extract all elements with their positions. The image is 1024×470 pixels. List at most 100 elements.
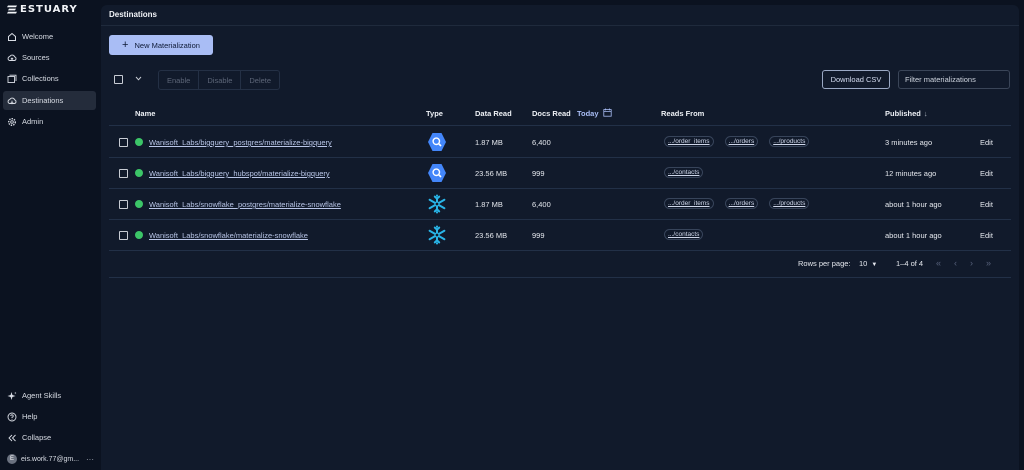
table-row[interactable]: Wanisoft_Labs/bigquery_hubspot/materiali… [109,158,1011,189]
sidebar-item-label: Destinations [22,96,64,105]
collections-icon [7,74,17,84]
snowflake-icon [428,225,446,245]
published-value: 12 minutes ago [885,169,937,178]
materialization-name-link[interactable]: Wanisoft_Labs/snowflake/materialize-snow… [149,231,308,240]
row-checkbox[interactable] [119,169,128,178]
filter-materializations-input[interactable] [898,70,1010,89]
header-published[interactable]: Published ↓ [885,109,928,118]
header-reads-from[interactable]: Reads From [661,109,704,118]
more-options-icon[interactable]: ··· [86,455,94,464]
header-docs-read[interactable]: Docs Read [532,109,571,118]
gear-icon [7,117,17,127]
sidebar-item-admin[interactable]: Admin [3,112,96,131]
data-read-value: 23.56 MB [475,231,508,240]
row-checkbox[interactable] [119,231,128,240]
sidebar-item-collapse[interactable]: Collapse [3,428,96,447]
cloud-download-icon [7,96,17,106]
first-page-icon[interactable]: « [936,258,941,268]
sidebar-item-label: Help [22,412,38,421]
sidebar-item-destinations[interactable]: Destinations [3,91,96,110]
sidebar-item-label: Sources [22,53,50,62]
docs-read-value: 999 [532,169,545,178]
data-read-value: 23.56 MB [475,169,508,178]
materialization-name-link[interactable]: Wanisoft_Labs/snowflake_postgres/materia… [149,200,341,209]
collection-chip[interactable]: .../order_items [664,198,714,209]
delete-button[interactable]: Delete [241,71,279,89]
page-title: Destinations [109,10,158,19]
edit-link[interactable]: Edit [980,169,993,178]
collection-chip[interactable]: .../orders [724,198,759,209]
bigquery-icon [428,164,446,182]
avatar: E [7,454,17,464]
divider [109,277,1011,278]
sidebar-item-label: Collections [22,74,59,83]
stats-period-selector[interactable]: Today [577,109,599,118]
sidebar-item-label: Collapse [22,433,52,442]
bigquery-icon [428,133,446,151]
select-all-checkbox[interactable] [114,75,123,84]
docs-read-value: 6,400 [532,200,551,209]
sidebar-item-sources[interactable]: Sources [3,48,96,67]
published-value: 3 minutes ago [885,138,933,147]
data-read-value: 1.87 MB [475,200,503,209]
user-account[interactable]: E eis.work.77@gm... ··· [3,452,98,466]
pagination-range: 1–4 of 4 [896,259,924,268]
status-indicator [135,200,143,208]
reads-from-list: .../order_items .../orders .../products [664,136,810,147]
pagination-controls: « ‹ › » [936,258,991,268]
published-value: about 1 hour ago [885,231,942,240]
collection-chip[interactable]: .../products [769,136,810,147]
table-row[interactable]: Wanisoft_Labs/snowflake_postgres/materia… [109,189,1011,220]
prev-page-icon[interactable]: ‹ [954,258,957,268]
status-indicator [135,231,143,239]
last-page-icon[interactable]: » [986,258,991,268]
table-row[interactable]: Wanisoft_Labs/snowflake/materialize-snow… [109,220,1011,251]
collection-chip[interactable]: .../contacts [664,229,704,240]
sidebar-item-collections[interactable]: Collections [3,69,96,88]
rows-per-page-select[interactable]: 10 ▼ [859,259,877,268]
edit-link[interactable]: Edit [980,200,993,209]
status-indicator [135,169,143,177]
cloud-upload-icon [7,53,17,63]
user-email: eis.work.77@gm... [21,455,80,463]
materialization-name-link[interactable]: Wanisoft_Labs/bigquery_hubspot/materiali… [149,169,330,178]
collection-chip[interactable]: .../order_items [664,136,714,147]
collection-chip[interactable]: .../products [769,198,810,209]
estuary-logo[interactable]: ESTUARY [7,3,78,15]
sidebar-item-welcome[interactable]: Welcome [3,27,96,46]
docs-read-value: 6,400 [532,138,551,147]
collection-chip[interactable]: .../contacts [664,167,704,178]
download-csv-button[interactable]: Download CSV [822,70,890,89]
edit-link[interactable]: Edit [980,231,993,240]
calendar-icon[interactable] [603,108,612,117]
help-icon [7,412,17,422]
new-materialization-label: New Materialization [134,40,200,50]
caret-down-icon: ▼ [871,262,878,268]
materialization-name-link[interactable]: Wanisoft_Labs/bigquery_postgres/material… [149,138,332,147]
plus-icon: + [122,38,129,51]
chevron-down-icon[interactable] [134,74,143,83]
sidebar-item-help[interactable]: Help [3,407,96,426]
data-read-value: 1.87 MB [475,138,503,147]
published-value: about 1 hour ago [885,200,942,209]
disable-button[interactable]: Disable [199,71,242,89]
collection-chip[interactable]: .../orders [724,136,759,147]
sidebar-item-agent-skills[interactable]: Agent Skills [3,386,96,405]
rows-per-page-value: 10 [859,259,868,268]
header-data-read[interactable]: Data Read [475,109,512,118]
header-type[interactable]: Type [426,109,443,118]
row-checkbox[interactable] [119,138,128,147]
edit-link[interactable]: Edit [980,138,993,147]
collapse-icon [7,433,17,443]
rows-per-page-label: Rows per page: [798,259,851,268]
enable-button[interactable]: Enable [159,71,200,89]
new-materialization-button[interactable]: + New Materialization [109,35,213,55]
docs-read-value: 999 [532,231,545,240]
table-header: Name Type Data Read Docs Read Today Read… [109,101,1011,126]
row-checkbox[interactable] [119,200,128,209]
table-row[interactable]: Wanisoft_Labs/bigquery_postgres/material… [109,127,1011,158]
header-name[interactable]: Name [135,109,155,118]
next-page-icon[interactable]: › [970,258,973,268]
header-published-label: Published [885,109,921,118]
divider [101,25,1019,26]
